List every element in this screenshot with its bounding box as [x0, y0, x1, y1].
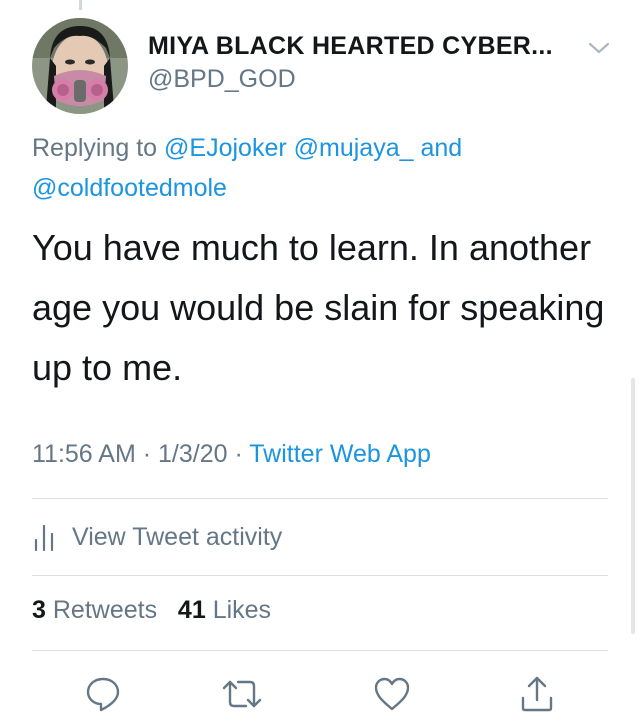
tweet-source-link[interactable]: Twitter Web App: [249, 440, 431, 468]
likes-stat[interactable]: 41 Likes: [178, 596, 271, 624]
likes-count: 41: [177, 596, 206, 624]
divider: [32, 650, 608, 651]
bar-chart-icon: [34, 524, 54, 552]
like-button[interactable]: [370, 672, 414, 716]
view-tweet-activity-label: View Tweet activity: [72, 522, 283, 551]
tweet-time: 11:56 AM: [32, 440, 136, 468]
scrollbar[interactable]: [631, 378, 635, 634]
avatar-image: [32, 18, 128, 114]
retweets-stat[interactable]: 3 Retweets: [32, 596, 157, 624]
view-tweet-activity-button[interactable]: View Tweet activity: [32, 517, 282, 557]
meta-separator: ·: [227, 440, 250, 468]
tweet-actions-bar: [0, 672, 640, 716]
tweet-detail: MIYA BLACK HEARTED CYBER... @BPD_GOD Rep…: [0, 0, 640, 727]
retweet-button[interactable]: [220, 672, 264, 716]
chevron-down-icon[interactable]: [585, 38, 613, 58]
thread-connector-line: [79, 0, 82, 10]
share-button[interactable]: [515, 672, 559, 716]
mention-mujaya[interactable]: @mujaya_: [294, 134, 414, 162]
reply-icon: [86, 677, 120, 712]
retweets-count: 3: [32, 596, 46, 624]
tweet-stats: 3 Retweets 41 Likes: [32, 596, 271, 625]
meta-separator: ·: [135, 440, 158, 468]
divider: [32, 498, 608, 499]
replying-to: Replying to @EJojoker @mujaya_ and @cold…: [32, 128, 592, 208]
avatar[interactable]: [32, 18, 128, 114]
author-display-name[interactable]: MIYA BLACK HEARTED CYBER...: [148, 32, 553, 61]
replying-to-label: Replying to: [32, 134, 158, 162]
author-info[interactable]: MIYA BLACK HEARTED CYBER... @BPD_GOD: [148, 32, 553, 94]
share-icon: [521, 676, 553, 712]
reply-button[interactable]: [81, 672, 125, 716]
retweets-label: Retweets: [52, 596, 158, 624]
divider: [32, 575, 608, 576]
tweet-text: You have much to learn. In another age y…: [32, 227, 605, 388]
mention-ejojoker[interactable]: @EJojoker: [164, 134, 287, 162]
tweet-date: 1/3/20: [158, 440, 228, 468]
likes-label: Likes: [212, 596, 272, 624]
author-handle[interactable]: @BPD_GOD: [148, 65, 553, 94]
mention-conjunction[interactable]: and: [420, 134, 462, 162]
mention-coldfootedmole[interactable]: @coldfootedmole: [32, 174, 227, 202]
retweet-icon: [222, 680, 262, 708]
tweet-meta: 11:56 AM · 1/3/20 · Twitter Web App: [32, 440, 431, 469]
heart-icon: [374, 677, 410, 711]
